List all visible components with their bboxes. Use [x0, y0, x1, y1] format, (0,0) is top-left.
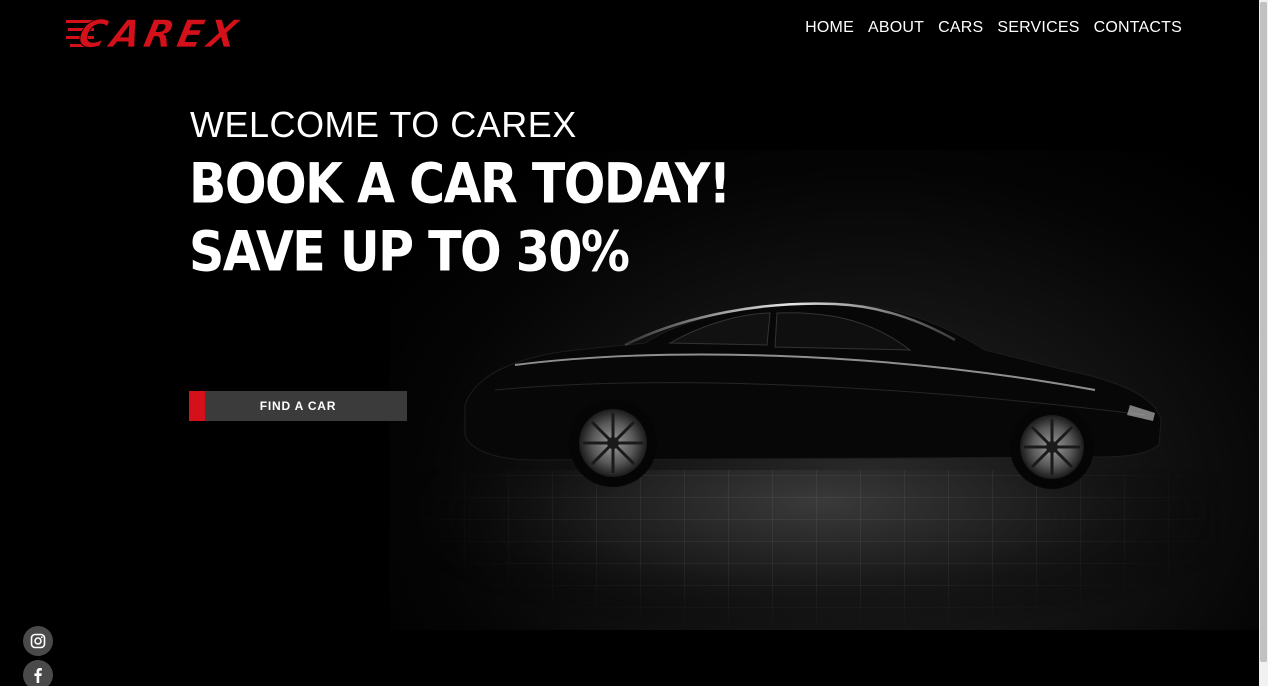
nav-about[interactable]: ABOUT: [868, 19, 924, 37]
facebook-icon[interactable]: [23, 660, 53, 686]
headline-save: SAVE UP TO 30%: [189, 220, 630, 284]
page-scrollbar[interactable]: [1259, 0, 1268, 686]
svg-text:CAREX: CAREX: [74, 12, 245, 52]
button-accent-bar: [189, 391, 205, 421]
nav-home[interactable]: HOME: [805, 19, 854, 37]
carex-logo[interactable]: CAREX: [66, 12, 298, 52]
nav-services[interactable]: SERVICES: [997, 19, 1079, 37]
welcome-heading: WELCOME TO CAREX: [190, 104, 577, 145]
scrollbar-thumb[interactable]: [1260, 2, 1267, 662]
instagram-icon[interactable]: [23, 626, 53, 656]
find-a-car-label: FIND A CAR: [259, 399, 337, 413]
hero-car-image: [464, 302, 1162, 489]
find-a-car-button[interactable]: FIND A CAR: [189, 391, 407, 421]
main-navigation: HOME ABOUT CARS SERVICES CONTACTS: [805, 19, 1182, 37]
nav-contacts[interactable]: CONTACTS: [1094, 19, 1182, 37]
nav-cars[interactable]: CARS: [938, 19, 983, 37]
headline-book-a-car: BOOK A CAR TODAY!: [189, 152, 731, 216]
hero-section: [0, 0, 1259, 686]
